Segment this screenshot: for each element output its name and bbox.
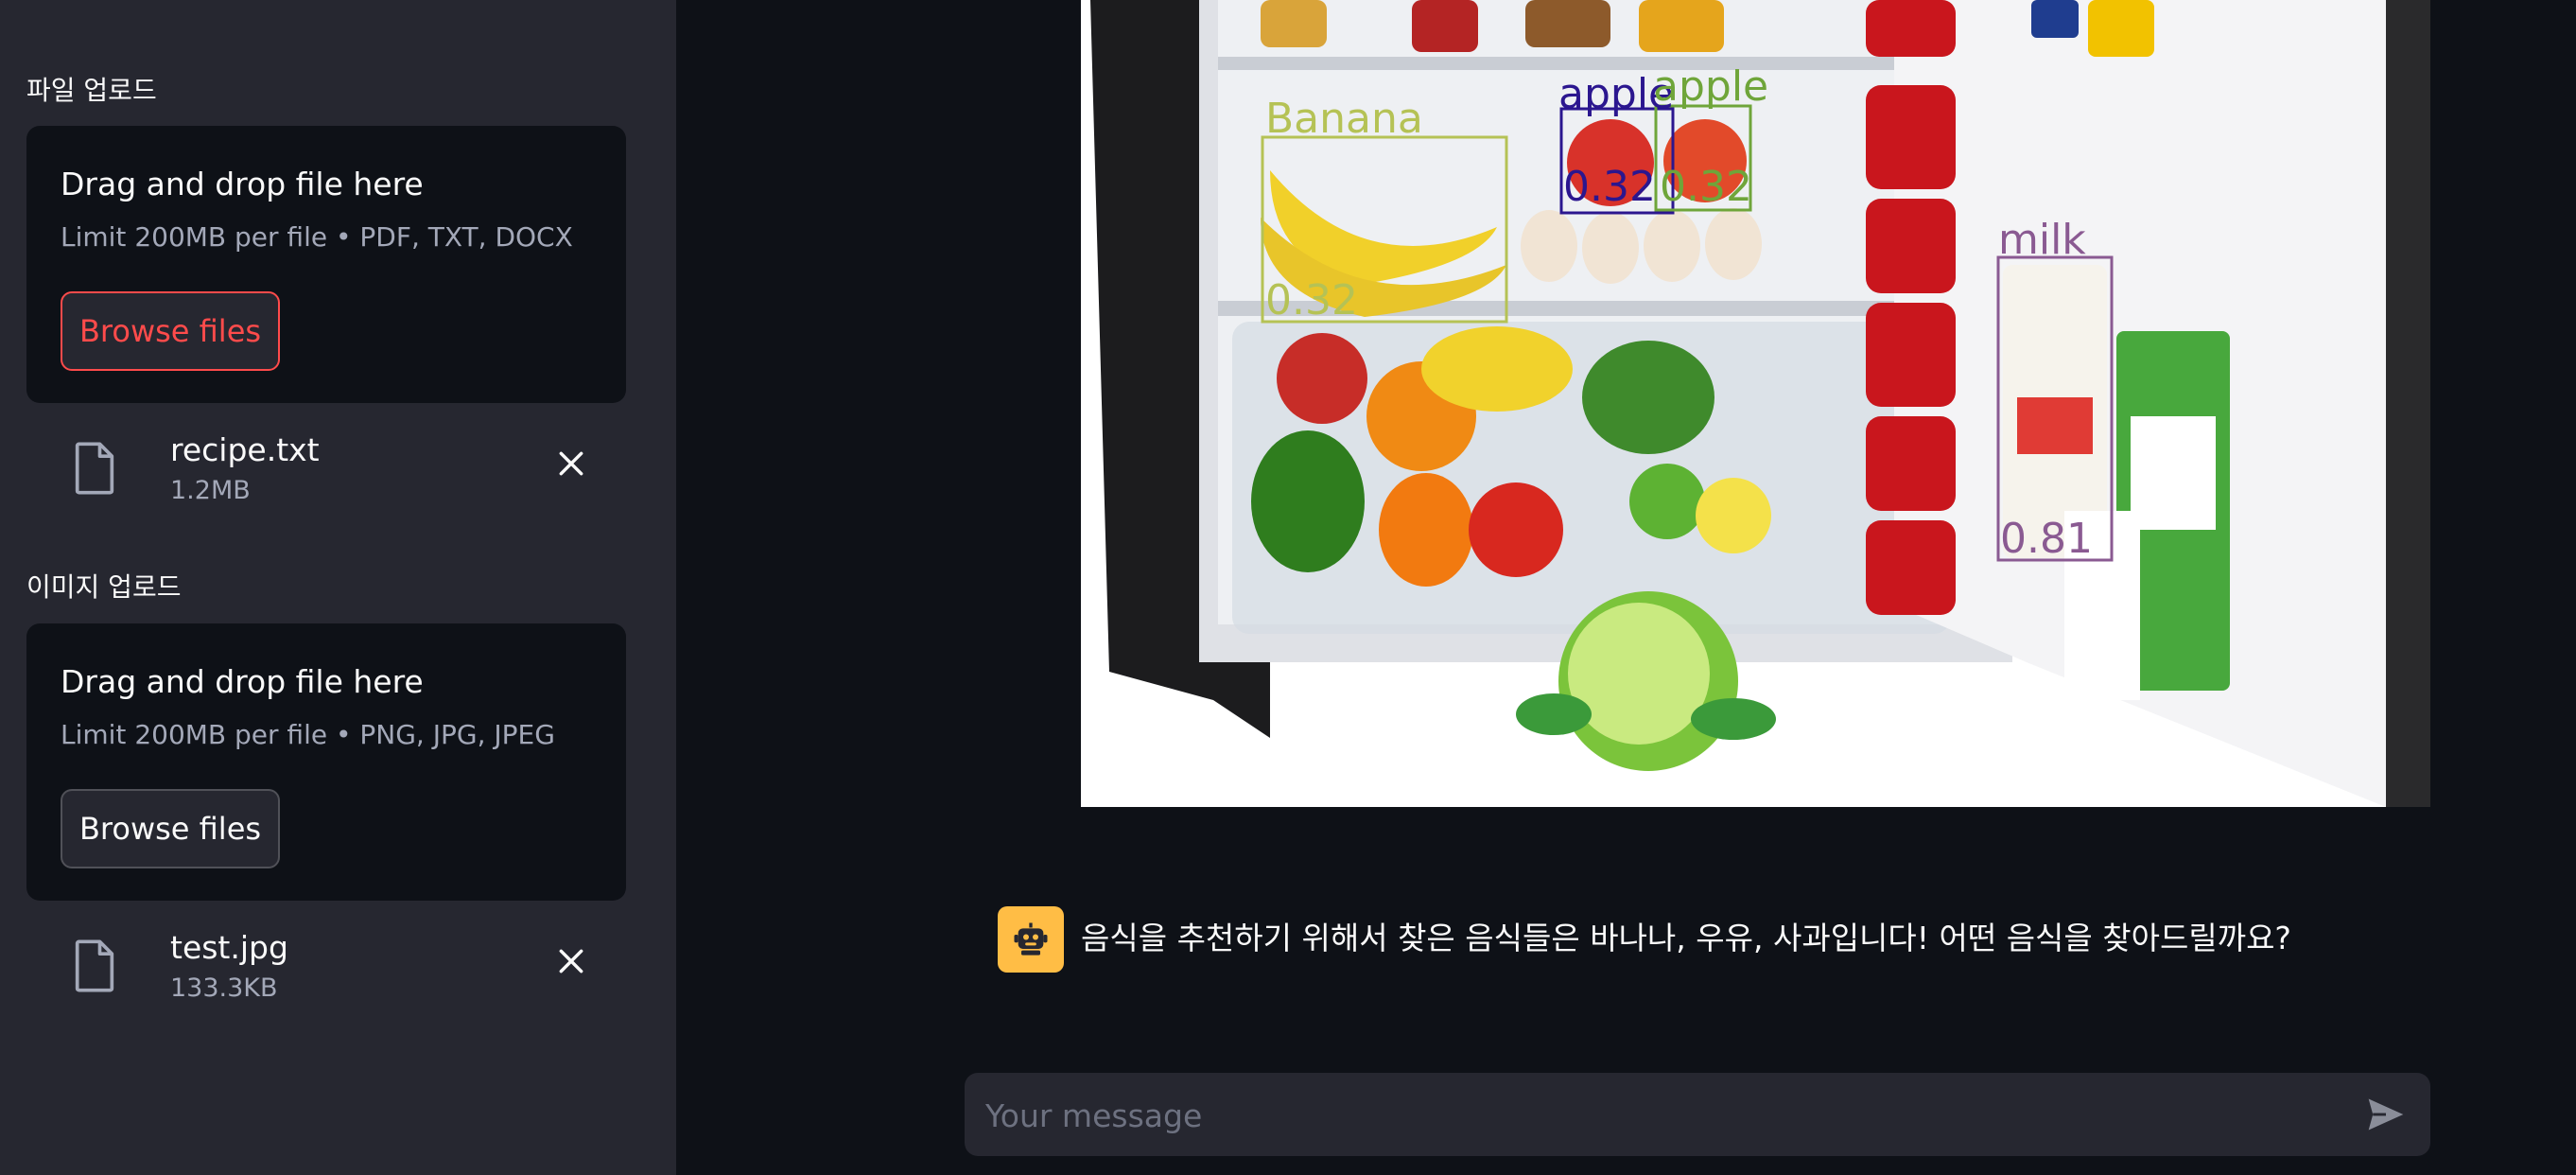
image-upload-label: 이미지 업로드 bbox=[26, 571, 182, 603]
robot-icon bbox=[1014, 922, 1048, 956]
app-root: 파일 업로드 Drag and drop file here Limit 200… bbox=[0, 0, 2576, 1175]
chat-input-bar bbox=[965, 1073, 2430, 1158]
file-size: 133.3KB bbox=[170, 973, 278, 1003]
detection-score-banana: 0.32 bbox=[1265, 276, 1358, 324]
file-icon bbox=[75, 442, 114, 495]
assistant-message-text: 음식을 추천하기 위해서 찾은 음식들은 바나나, 우유, 사과입니다! 어떤 … bbox=[1081, 920, 2291, 956]
close-icon[interactable] bbox=[556, 448, 586, 479]
detection-label-apple-2: apple bbox=[1653, 62, 1769, 111]
main-content: Banana 0.32 apple 0.32 apple 0.32 milk 0… bbox=[676, 0, 2576, 1175]
file-upload-label: 파일 업로드 bbox=[26, 75, 157, 106]
detection-score-milk: 0.81 bbox=[2000, 515, 2093, 563]
assistant-message: 음식을 추천하기 위해서 찾은 음식들은 바나나, 우유, 사과입니다! 어떤 … bbox=[998, 906, 2473, 974]
bot-avatar bbox=[998, 906, 1064, 973]
detection-label-banana: Banana bbox=[1265, 95, 1423, 143]
dropzone-title: Drag and drop file here bbox=[61, 663, 424, 700]
detection-result-image: Banana 0.32 apple 0.32 apple 0.32 milk 0… bbox=[1081, 0, 2430, 807]
close-icon[interactable] bbox=[556, 946, 586, 976]
file-icon bbox=[75, 939, 114, 992]
browse-files-button[interactable]: Browse files bbox=[61, 291, 280, 371]
uploaded-image-row: test.jpg 133.3KB bbox=[26, 920, 626, 1014]
file-dropzone[interactable]: Drag and drop file here Limit 200MB per … bbox=[26, 126, 626, 403]
send-icon[interactable] bbox=[2364, 1094, 2408, 1135]
dropzone-title: Drag and drop file here bbox=[61, 166, 424, 202]
detection-label-milk: milk bbox=[1998, 216, 2086, 264]
dropzone-limit: Limit 200MB per file • PNG, JPG, JPEG bbox=[61, 719, 555, 750]
detection-score-apple-1: 0.32 bbox=[1563, 163, 1656, 211]
file-name: recipe.txt bbox=[170, 431, 320, 468]
sidebar: 파일 업로드 Drag and drop file here Limit 200… bbox=[0, 0, 676, 1175]
message-input[interactable] bbox=[983, 1073, 2311, 1158]
uploaded-file-row: recipe.txt 1.2MB bbox=[26, 422, 626, 517]
detection-score-apple-2: 0.32 bbox=[1660, 163, 1752, 211]
browse-images-button[interactable]: Browse files bbox=[61, 789, 280, 868]
dropzone-limit: Limit 200MB per file • PDF, TXT, DOCX bbox=[61, 221, 573, 253]
file-name: test.jpg bbox=[170, 929, 288, 966]
image-dropzone[interactable]: Drag and drop file here Limit 200MB per … bbox=[26, 623, 626, 901]
file-size: 1.2MB bbox=[170, 476, 251, 505]
